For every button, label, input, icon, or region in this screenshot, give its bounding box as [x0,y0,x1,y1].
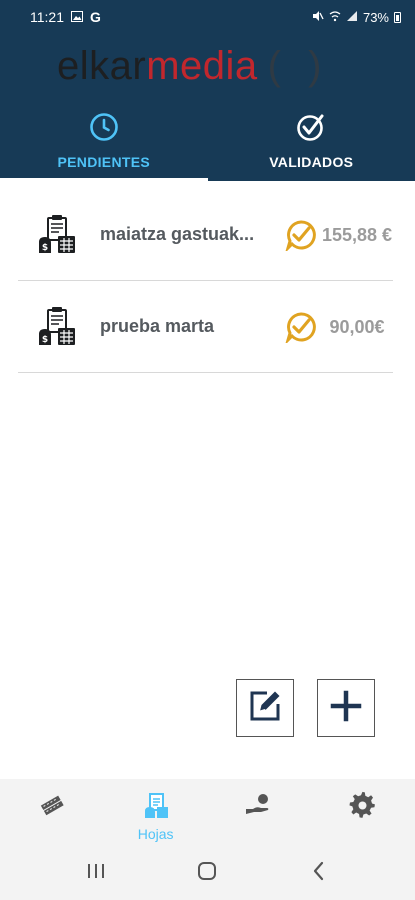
status-time: 11:21 [30,9,64,25]
app-logo: elkarmedia( ) [57,40,329,92]
app-header: elkarmedia( ) PENDIENTES VALIDADOS [0,34,415,181]
signal-icon [346,10,358,25]
home-button[interactable] [187,853,227,893]
image-icon [71,9,83,25]
svg-text:$: $ [42,335,48,345]
home-icon [196,860,218,887]
recent-apps-button[interactable] [76,853,116,893]
expense-sheet-icon: $ [34,304,80,350]
list-item[interactable]: $ prueba marta 90,00€ [18,281,393,373]
logo-text-media: media [146,44,258,88]
nav-item-hojas[interactable]: Hojas [104,779,208,846]
status-bar: 11:21 G 73% [0,0,415,34]
tab-pendientes-label: PENDIENTES [57,154,150,170]
tab-pendientes[interactable]: PENDIENTES [0,104,208,181]
expense-sheet-icon: $ [34,212,80,258]
carrier-glyph: G [90,9,101,25]
logo-text-parens: ( ) [267,44,330,88]
clock-icon [87,110,121,144]
pending-badge-icon [284,311,317,345]
expense-sheet-list: $ maiatza gastuak... 155,88 € $ prueba m… [18,189,393,373]
check-circle-icon [294,110,328,144]
gear-icon [349,791,377,824]
mute-icon [312,10,324,25]
item-amount: 155,88 € [321,224,393,245]
battery-icon [394,11,401,23]
tickets-icon [38,791,66,824]
edit-icon [247,688,283,729]
pending-badge-icon [284,219,317,253]
list-item[interactable]: $ maiatza gastuak... 155,88 € [18,189,393,281]
wifi-icon [329,10,341,25]
nav-item-tickets[interactable] [0,779,104,846]
back-icon [311,861,327,886]
tab-validados-label: VALIDADOS [269,154,354,170]
recent-apps-icon [86,862,106,885]
item-name: maiatza gastuak... [100,224,255,244]
svg-text:$: $ [42,243,48,253]
item-name: prueba marta [100,316,215,336]
sheets-icon [142,791,170,824]
item-amount: 90,00€ [329,316,385,337]
edit-button[interactable] [236,679,294,737]
hand-coin-icon [244,791,274,824]
tab-validados[interactable]: VALIDADOS [208,104,415,181]
nav-item-hojas-label: Hojas [137,826,174,842]
back-button[interactable] [299,853,339,893]
bottom-nav: Hojas [0,779,415,846]
battery-percent: 73% [362,9,389,25]
logo-text-elkar: elkar [57,44,147,88]
system-nav [0,846,415,900]
nav-item-settings[interactable] [311,779,415,846]
tab-bar: PENDIENTES VALIDADOS [0,104,415,181]
add-button[interactable] [317,679,375,737]
nav-item-payments[interactable] [208,779,312,846]
plus-icon [330,690,362,727]
